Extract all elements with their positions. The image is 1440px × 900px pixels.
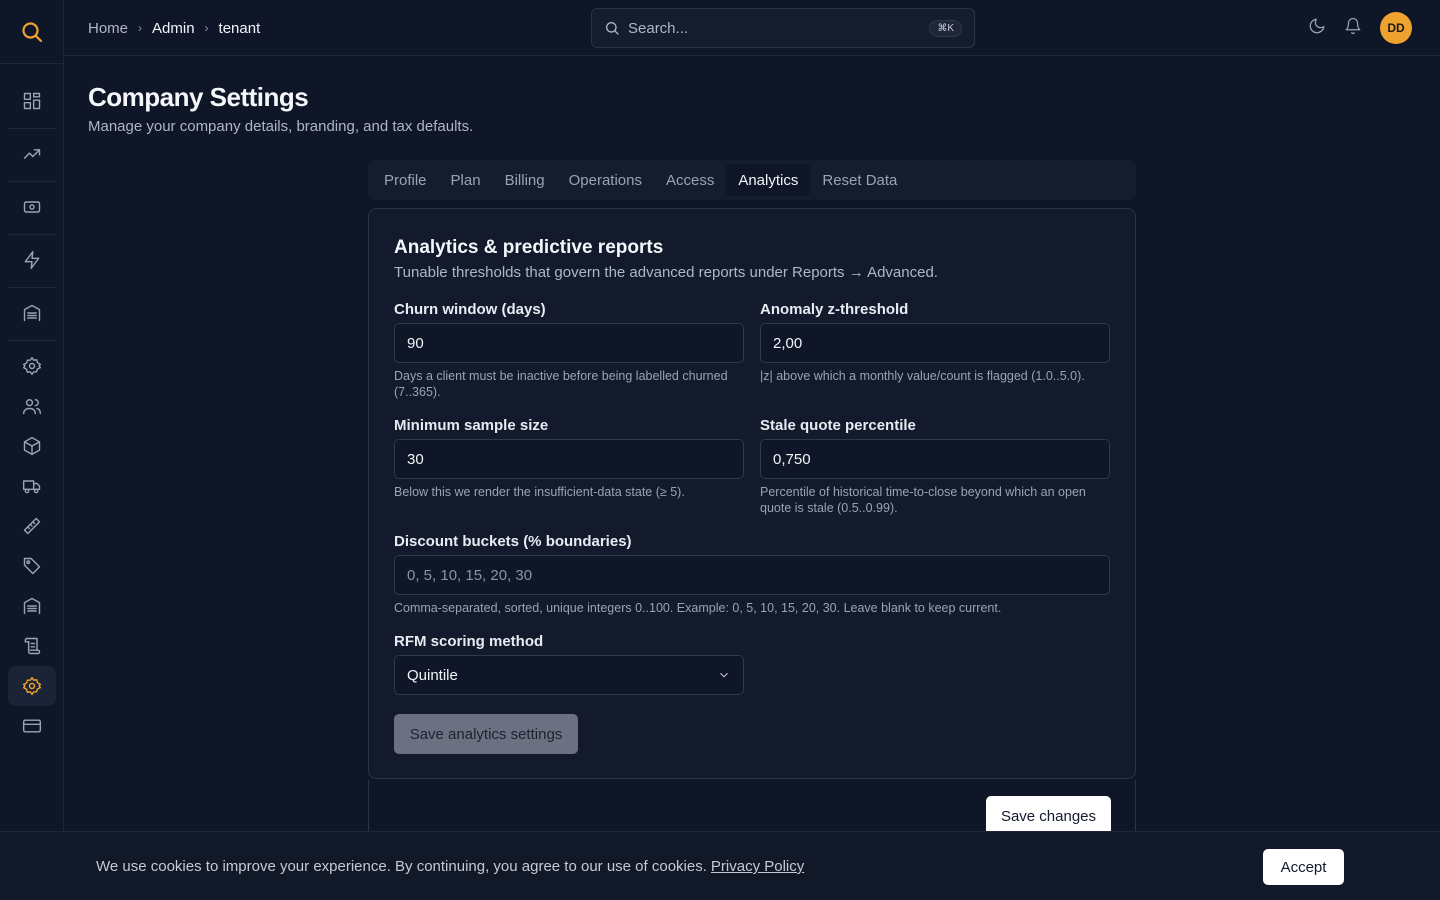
sidebar-item-users[interactable] xyxy=(8,386,56,426)
search-logo-icon xyxy=(22,21,43,42)
sidebar-item-warehouse[interactable] xyxy=(8,293,56,333)
sidebar-item-storage[interactable] xyxy=(8,586,56,626)
cookie-banner: We use cookies to improve your experienc… xyxy=(0,831,1440,900)
theme-toggle-button[interactable] xyxy=(1308,17,1326,40)
stale-quote-help: Percentile of historical time-to-close b… xyxy=(760,485,1086,515)
tab-profile[interactable]: Profile xyxy=(372,164,439,196)
churn-window-label: Churn window (days) xyxy=(394,301,546,318)
search-placeholder: Search... xyxy=(628,19,689,37)
accept-cookies-button[interactable]: Accept xyxy=(1263,849,1344,885)
tab-plan[interactable]: Plan xyxy=(439,164,493,196)
credit-card-icon xyxy=(22,719,42,733)
min-sample-label: Minimum sample size xyxy=(394,417,549,434)
users-icon xyxy=(22,399,42,415)
breadcrumb-home[interactable]: Home xyxy=(88,20,128,37)
warehouse-icon xyxy=(23,304,41,322)
chevron-right-icon: › xyxy=(138,21,143,35)
avatar[interactable]: DD xyxy=(1380,12,1412,44)
trending-up-icon xyxy=(23,149,41,159)
sidebar-item-payments[interactable] xyxy=(8,187,56,227)
truck-icon xyxy=(22,480,41,494)
sidebar-item-products[interactable] xyxy=(8,426,56,466)
sidebar-item-shipping[interactable] xyxy=(8,466,56,506)
tab-reset-data[interactable]: Reset Data xyxy=(810,164,909,196)
anomaly-threshold-help: |z| above which a monthly value/count is… xyxy=(760,369,1085,383)
gear-icon xyxy=(22,356,42,376)
app-logo[interactable] xyxy=(0,0,64,64)
scroll-icon xyxy=(24,637,41,655)
page-subtitle: Manage your company details, branding, a… xyxy=(88,118,474,135)
chevron-right-icon: › xyxy=(204,21,209,35)
page-title: Company Settings xyxy=(88,82,309,112)
notifications-button[interactable] xyxy=(1344,17,1362,40)
settings-tabs: Profile Plan Billing Operations Access A… xyxy=(368,160,1136,200)
churn-window-input[interactable]: 90 xyxy=(394,323,744,363)
analytics-settings-card: Analytics & predictive reports Tunable t… xyxy=(368,208,1136,779)
cash-icon xyxy=(23,201,41,213)
tab-access[interactable]: Access xyxy=(654,164,726,196)
churn-window-field: Churn window (days) 90 Days a client mus… xyxy=(394,301,744,400)
dashboard-icon xyxy=(23,92,41,110)
sidebar-item-automations[interactable] xyxy=(8,240,56,280)
churn-window-help: Days a client must be inactive before be… xyxy=(394,369,728,399)
privacy-policy-link[interactable]: Privacy Policy xyxy=(711,858,804,875)
search-input[interactable]: Search... ⌘K xyxy=(591,8,975,48)
discount-buckets-help: Comma-separated, sorted, unique integers… xyxy=(394,601,1002,615)
bell-icon xyxy=(1345,17,1361,34)
discount-buckets-label: Discount buckets (% boundaries) xyxy=(394,533,632,550)
card-subtitle: Tunable thresholds that govern the advan… xyxy=(394,264,938,281)
sidebar-item-reports[interactable] xyxy=(8,134,56,174)
lightning-icon xyxy=(24,250,40,270)
cookie-text: We use cookies to improve your experienc… xyxy=(96,858,804,875)
min-sample-input[interactable]: 30 xyxy=(394,439,744,479)
ruler-icon xyxy=(23,517,41,535)
moon-icon xyxy=(1309,18,1325,33)
tab-operations[interactable]: Operations xyxy=(557,164,654,196)
anomaly-threshold-field: Anomaly z-threshold 2,00 |z| above which… xyxy=(760,301,1110,384)
discount-buckets-field: Discount buckets (% boundaries) 0, 5, 10… xyxy=(394,533,1110,616)
card-title: Analytics & predictive reports xyxy=(394,237,664,258)
breadcrumb-admin[interactable]: Admin xyxy=(152,20,195,37)
save-analytics-button[interactable]: Save analytics settings xyxy=(394,714,578,754)
stale-quote-label: Stale quote percentile xyxy=(760,417,916,434)
tab-billing[interactable]: Billing xyxy=(493,164,557,196)
stale-quote-field: Stale quote percentile 0,750 Percentile … xyxy=(760,417,1110,516)
sidebar-item-measurements[interactable] xyxy=(8,506,56,546)
save-changes-button[interactable]: Save changes xyxy=(986,796,1111,836)
search-shortcut: ⌘K xyxy=(929,19,962,37)
sidebar-item-company-settings[interactable] xyxy=(8,666,56,706)
sidebar-item-billing[interactable] xyxy=(8,706,56,746)
anomaly-threshold-label: Anomaly z-threshold xyxy=(760,301,909,318)
chevron-down-icon xyxy=(720,672,728,678)
rfm-method-value: Quintile xyxy=(407,666,458,684)
warehouse-icon xyxy=(23,597,41,615)
anomaly-threshold-input[interactable]: 2,00 xyxy=(760,323,1110,363)
rfm-method-label: RFM scoring method xyxy=(394,633,544,650)
box-icon xyxy=(23,436,41,456)
stale-quote-input[interactable]: 0,750 xyxy=(760,439,1110,479)
sidebar-item-documents[interactable] xyxy=(8,626,56,666)
gear-icon xyxy=(22,676,42,696)
breadcrumb-tenant: tenant xyxy=(218,19,261,37)
breadcrumb: Home › Admin › tenant xyxy=(88,0,260,56)
min-sample-help: Below this we render the insufficient-da… xyxy=(394,485,685,499)
rfm-method-select[interactable]: Quintile xyxy=(394,655,744,695)
sidebar-item-settings[interactable] xyxy=(8,346,56,386)
cookie-message: We use cookies to improve your experienc… xyxy=(96,858,707,875)
tag-icon xyxy=(23,557,41,575)
min-sample-field: Minimum sample size 30 Below this we ren… xyxy=(394,417,744,500)
top-header: Home › Admin › tenant Search... ⌘K DD xyxy=(64,0,1440,56)
tab-analytics[interactable]: Analytics xyxy=(726,164,811,196)
sidebar-item-pricing[interactable] xyxy=(8,546,56,586)
sidebar xyxy=(0,0,64,900)
search-icon xyxy=(606,22,619,35)
rfm-method-field: RFM scoring method Quintile xyxy=(394,633,744,695)
discount-buckets-input[interactable]: 0, 5, 10, 15, 20, 30 xyxy=(394,555,1110,595)
sidebar-item-dashboard[interactable] xyxy=(8,81,56,121)
